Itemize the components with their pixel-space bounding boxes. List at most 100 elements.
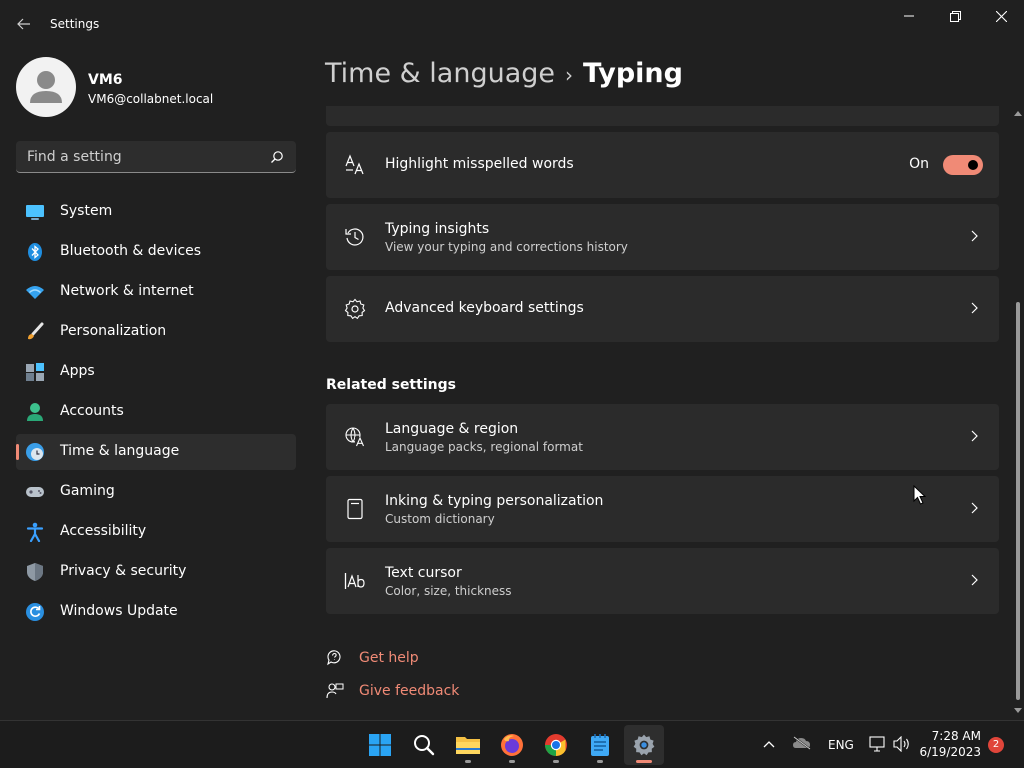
running-indicator (597, 760, 603, 763)
sidebar-item-label: Accounts (60, 403, 124, 419)
sidebar-item-apps[interactable]: Apps (16, 354, 296, 390)
settings-taskbar-button[interactable] (624, 725, 664, 765)
setting-title: Advanced keyboard settings (385, 300, 584, 316)
restore-icon (949, 10, 961, 22)
search-placeholder: Find a setting (27, 149, 122, 165)
highlight-misspelled-toggle[interactable] (943, 155, 983, 175)
scrollbar-thumb[interactable] (1016, 302, 1020, 700)
help-chat-icon (326, 649, 344, 671)
setting-title: Typing insights (385, 221, 490, 237)
setting-title: Language & region (385, 421, 519, 437)
breadcrumb-parent[interactable]: Time & language (325, 58, 555, 89)
clock-time: 7:28 AM (931, 729, 981, 743)
text-cursor-icon (344, 570, 366, 592)
back-button[interactable] (14, 14, 34, 34)
chevron-right-icon (971, 302, 979, 318)
sidebar-item-privacy[interactable]: Privacy & security (16, 554, 296, 590)
text-cursor-card[interactable]: Text cursor Color, size, thickness (326, 548, 999, 614)
history-icon (344, 226, 366, 248)
highlight-misspelled-card[interactable]: Highlight misspelled words On (326, 132, 999, 198)
typing-insights-card[interactable]: Typing insights View your typing and cor… (326, 204, 999, 270)
monitor-icon (25, 202, 45, 222)
sidebar-item-label: Time & language (60, 443, 180, 459)
user-email: VM6@collabnet.local (88, 92, 214, 106)
mouse-pointer-icon (913, 485, 927, 505)
sidebar-item-bluetooth[interactable]: Bluetooth & devices (16, 234, 296, 270)
notepad-button[interactable] (580, 725, 620, 765)
windows-logo-icon (369, 734, 391, 756)
sidebar-item-label: Windows Update (60, 603, 178, 619)
sidebar-item-label: Personalization (60, 323, 167, 339)
active-indicator (636, 760, 652, 763)
toggle-state-label: On (909, 156, 929, 172)
sidebar-item-accounts[interactable]: Accounts (16, 394, 296, 430)
gamepad-icon (25, 482, 45, 502)
sidebar-item-label: Apps (60, 363, 95, 379)
sidebar-item-system[interactable]: System (16, 194, 296, 230)
wifi-icon (25, 282, 45, 302)
feedback-icon (326, 682, 344, 704)
toggle-knob (968, 160, 978, 170)
volume-button[interactable] (893, 735, 911, 755)
language-region-card[interactable]: Language & region Language packs, region… (326, 404, 999, 470)
show-hidden-icons-button[interactable] (763, 737, 775, 751)
network-icon (869, 736, 885, 752)
setting-subtitle: Custom dictionary (385, 512, 495, 526)
get-help-text: Get help (359, 650, 419, 666)
search-input[interactable]: Find a setting (16, 141, 296, 173)
setting-subtitle: View your typing and corrections history (385, 240, 628, 254)
close-button[interactable] (978, 0, 1024, 32)
running-indicator (553, 760, 559, 763)
shield-icon (25, 562, 45, 582)
input-language-indicator[interactable]: ENG (828, 738, 854, 752)
restore-button[interactable] (932, 0, 978, 32)
partial-card[interactable] (326, 106, 999, 126)
advanced-keyboard-card[interactable]: Advanced keyboard settings (326, 276, 999, 342)
network-button[interactable] (869, 736, 887, 755)
spellcheck-icon (344, 154, 366, 176)
gear-icon (344, 298, 366, 320)
title-bar: Settings (0, 0, 1024, 48)
scroll-up-icon (1014, 111, 1022, 116)
setting-title: Highlight misspelled words (385, 156, 574, 172)
default-user-icon (30, 71, 62, 103)
scrollbar[interactable] (1012, 106, 1024, 718)
chevron-up-icon (763, 741, 775, 748)
notification-badge[interactable]: 2 (988, 737, 1004, 753)
firefox-button[interactable] (492, 725, 532, 765)
sidebar-item-network[interactable]: Network & internet (16, 274, 296, 310)
onedrive-button[interactable] (792, 736, 812, 753)
notebook-icon (344, 498, 366, 520)
scroll-down-icon (1014, 708, 1022, 713)
back-arrow-icon (17, 18, 30, 30)
minimize-button[interactable] (886, 0, 932, 32)
clock[interactable]: 7:28 AM 6/19/2023 (919, 728, 981, 760)
cloud-offline-icon (793, 736, 811, 750)
sidebar-item-label: Gaming (60, 483, 115, 499)
firefox-icon (501, 734, 523, 756)
breadcrumb: Time & language › Typing (325, 58, 683, 89)
sidebar-item-label: System (60, 203, 113, 219)
inking-typing-card[interactable]: Inking & typing personalization Custom d… (326, 476, 999, 542)
setting-title: Inking & typing personalization (385, 493, 604, 509)
start-button[interactable] (360, 725, 400, 765)
speaker-icon (893, 735, 909, 753)
file-explorer-button[interactable] (448, 725, 488, 765)
sidebar-item-time-language[interactable]: Time & language (16, 434, 296, 470)
chrome-button[interactable] (536, 725, 576, 765)
taskbar-search-button[interactable] (404, 725, 444, 765)
chevron-right-icon (971, 502, 979, 518)
sidebar-item-accessibility[interactable]: Accessibility (16, 514, 296, 550)
setting-title: Text cursor (385, 565, 462, 581)
sidebar-item-gaming[interactable]: Gaming (16, 474, 296, 510)
sidebar-item-label: Bluetooth & devices (60, 243, 202, 259)
brush-icon (25, 322, 45, 342)
sidebar-item-windows-update[interactable]: Windows Update (16, 594, 296, 630)
minimize-icon (904, 15, 914, 17)
notepad-icon (591, 734, 609, 756)
setting-subtitle: Color, size, thickness (385, 584, 512, 598)
sidebar-item-personalization[interactable]: Personalization (16, 314, 296, 350)
avatar (16, 57, 76, 117)
settings-content: Highlight misspelled words On Typing ins… (326, 106, 999, 718)
sidebar-item-label: Accessibility (60, 523, 147, 539)
